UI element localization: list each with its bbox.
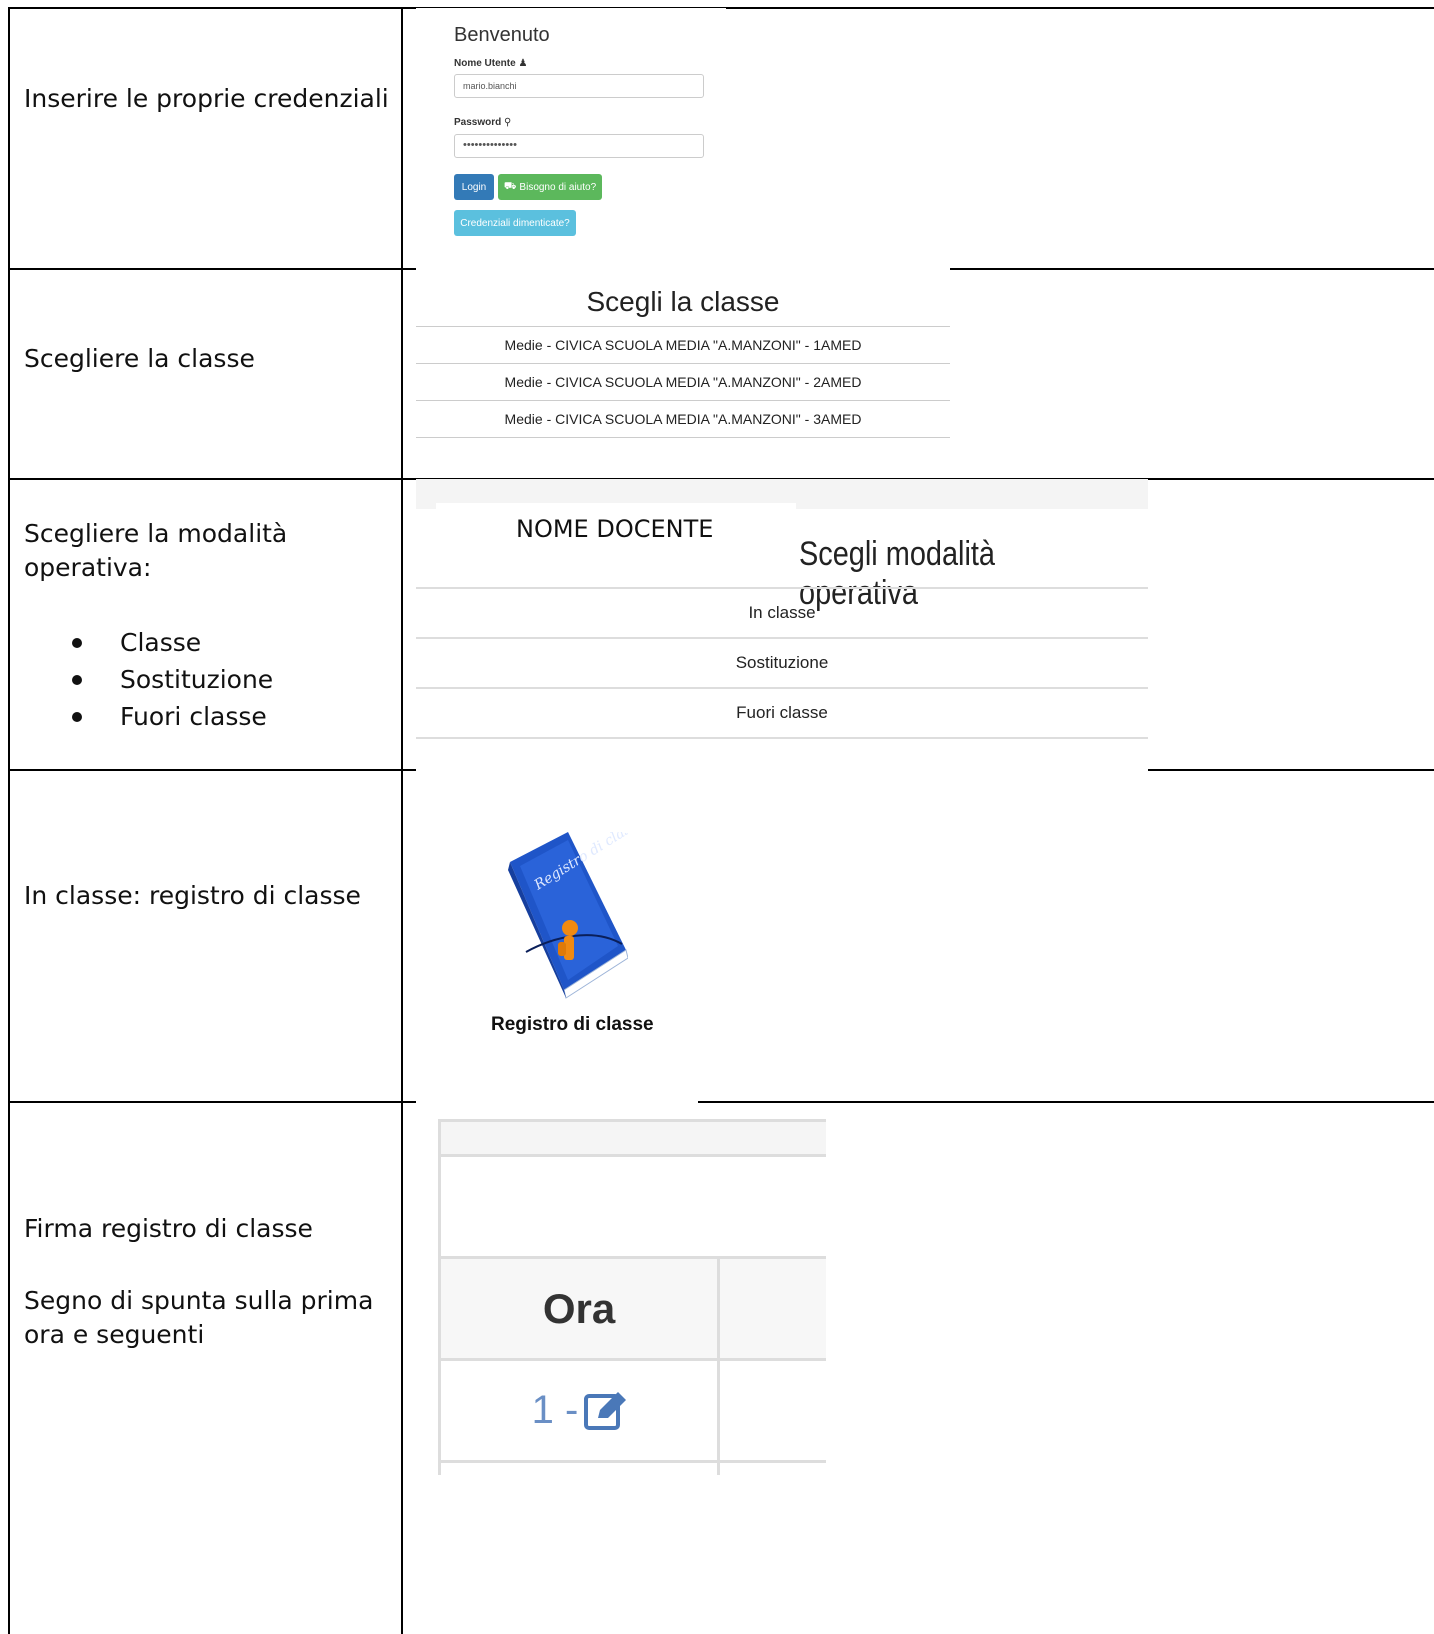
firma-table-panel: Ora 1 - <box>438 1119 826 1475</box>
mode-bullet-item: Sostituzione <box>72 661 273 698</box>
mode-bullet-item: Fuori classe <box>72 698 273 735</box>
login-title: Benvenuto <box>454 24 550 46</box>
mode-bullet-item: Classe <box>72 624 273 661</box>
registro-panel: Registro di classe Registro di classe <box>416 770 698 1103</box>
teacher-name: NOME DOCENTE <box>516 515 714 543</box>
step-credentials-text: Inserire le proprie credenziali <box>24 84 389 113</box>
class-select-panel: Scegli la classe Medie - CIVICA SCUOLA M… <box>416 268 950 440</box>
class-option[interactable]: Medie - CIVICA SCUOLA MEDIA "A.MANZONI" … <box>416 326 950 363</box>
register-book-icon[interactable]: Registro di classe <box>498 832 628 1007</box>
username-label: Nome Utente ♟ <box>454 58 527 69</box>
table-row-hour-1: 1 - <box>438 1361 720 1463</box>
row-next-cell <box>720 1361 826 1463</box>
table-blank-area <box>438 1157 826 1259</box>
ora-header: Ora <box>542 1284 616 1332</box>
password-input[interactable]: •••••••••••••• <box>454 134 704 158</box>
hour-number: 1 - <box>531 1388 579 1432</box>
column-divider <box>401 7 403 1634</box>
step-firma-desc: Segno di spunta sulla prima ora e seguen… <box>24 1286 374 1349</box>
class-option[interactable]: Medie - CIVICA SCUOLA MEDIA "A.MANZONI" … <box>416 400 950 438</box>
table-top-band <box>438 1119 826 1157</box>
row-divider-4 <box>8 1101 1434 1103</box>
step-class-text: Scegliere la classe <box>24 344 255 373</box>
registro-caption[interactable]: Registro di classe <box>491 1014 654 1036</box>
step-mode-text: Scegliere la modalità operativa: <box>24 519 288 582</box>
table-row-stub <box>438 1463 720 1475</box>
mode-option-fuori-classe[interactable]: Fuori classe <box>416 687 1148 739</box>
ambulance-icon: ⛟ <box>503 180 517 192</box>
help-button-label: Bisogno di aiuto? <box>519 181 597 193</box>
table-border-left <box>8 7 10 1634</box>
user-icon: ♟ <box>518 58 528 69</box>
mode-select-panel: NOME DOCENTE Scegli modalità operativa I… <box>416 479 1148 771</box>
key-icon: ⚲ <box>504 117 512 128</box>
mode-option-in-classe[interactable]: In classe <box>416 587 1148 637</box>
mode-bullet-list: Classe Sostituzione Fuori classe <box>72 624 273 735</box>
mode-option-sostituzione[interactable]: Sostituzione <box>416 637 1148 687</box>
username-label-text: Nome Utente <box>454 58 516 69</box>
edit-icon[interactable] <box>584 1391 627 1430</box>
help-button[interactable]: ⛟ Bisogno di aiuto? <box>498 174 602 200</box>
forgot-credentials-button[interactable]: Credenziali dimenticate? <box>454 210 576 236</box>
login-button[interactable]: Login <box>454 174 494 200</box>
step-registro-text: In classe: registro di classe <box>24 881 361 910</box>
step-firma-title: Firma registro di classe <box>24 1214 313 1243</box>
username-input[interactable]: mario.bianchi <box>454 74 704 98</box>
header-next-cell <box>720 1259 826 1361</box>
ora-header-cell: Ora <box>438 1259 720 1361</box>
password-label: Password ⚲ <box>454 117 511 128</box>
login-panel: Benvenuto Nome Utente ♟ mario.bianchi Pa… <box>416 8 726 260</box>
class-option[interactable]: Medie - CIVICA SCUOLA MEDIA "A.MANZONI" … <box>416 363 950 400</box>
class-select-title: Scegli la classe <box>586 286 780 317</box>
password-label-text: Password <box>454 117 502 128</box>
